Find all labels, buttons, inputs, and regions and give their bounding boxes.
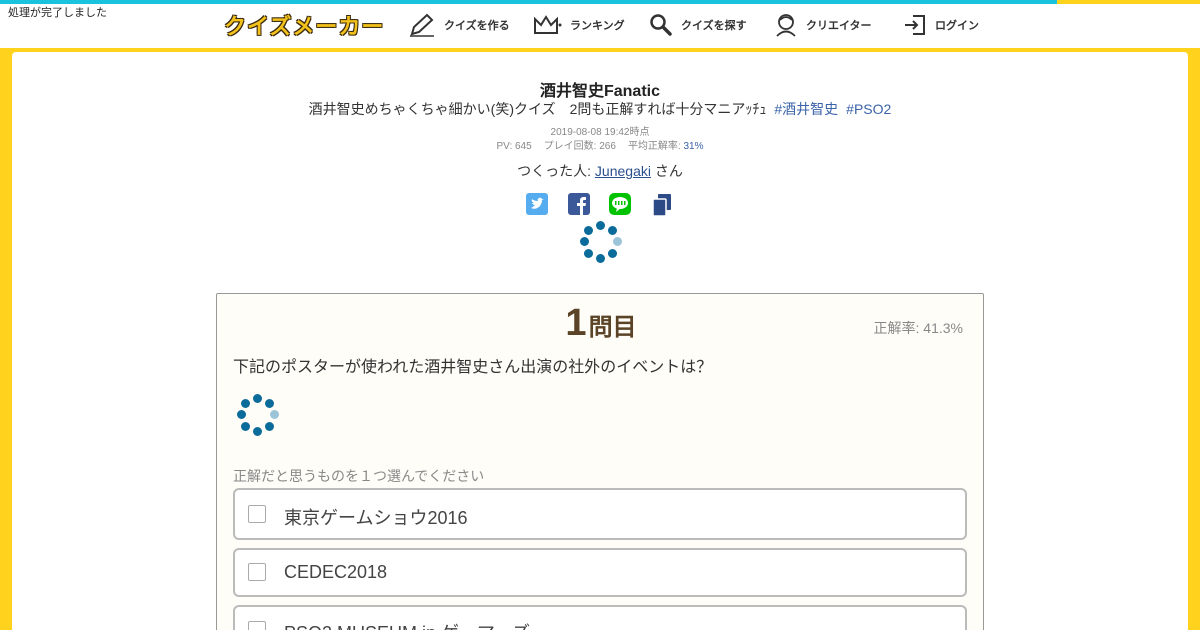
pv-count: PV: 645 (496, 141, 532, 152)
creator-suffix: さん (650, 163, 683, 179)
choice-checkbox[interactable] (248, 505, 266, 523)
twitter-share-button[interactable] (526, 193, 548, 215)
creator-prefix: つくった人: (517, 163, 595, 179)
copy-icon (652, 194, 671, 217)
question-text: 下記のポスターが使われた酒井智史さん出演の社外のイベントは？ (233, 359, 713, 376)
nav-search-quiz[interactable]: クイズを探す (649, 10, 747, 40)
search-icon (650, 14, 672, 36)
choice-checkbox[interactable] (248, 621, 266, 630)
question-correct-rate: 正解率: 41.3% (873, 320, 963, 336)
creator-link[interactable]: Junegaki (595, 163, 651, 179)
question-number-unit: 問目 (588, 314, 637, 341)
facebook-share-button[interactable] (568, 193, 590, 215)
tag-link[interactable]: #酒井智史 (774, 101, 838, 117)
choice-label: CEDEC2018 (284, 562, 388, 582)
question-number: 1問目 (217, 302, 985, 345)
line-icon (609, 193, 631, 215)
quiz-description: 酒井智史めちゃくちゃ細かい(笑)クイズ 2問も正解すれば十分マニアｯﾁｭ #酒井智… (0, 99, 1200, 119)
choice-label: PSO2 MUSEUM in ゲーマーズ (284, 619, 530, 630)
nav-creators[interactable]: クリエイター (774, 10, 872, 40)
quiz-stats: PV: 645 プレイ回数: 266 平均正解率: 31% (0, 137, 1200, 152)
status-message: 処理が完了しました (8, 6, 107, 19)
nav-ranking[interactable]: ランキング (532, 10, 625, 40)
avg-rate-label: 平均正解率: (627, 141, 684, 152)
nav-label: クリエイター (806, 19, 872, 32)
quiz-date: 2019-08-08 19:42時点 (550, 127, 650, 138)
play-count: プレイ回数: 266 (543, 141, 616, 152)
quiz-title: 酒井智史Fanatic (539, 83, 661, 100)
tag-link[interactable]: #PSO2 (846, 101, 891, 117)
answer-instruction: 正解だと思うものを１つ選んでください (233, 468, 485, 484)
crown-icon (534, 15, 562, 34)
choice-label: 東京ゲームショウ2016 (284, 508, 468, 528)
question-number-value: 1 (565, 302, 587, 344)
login-icon (905, 15, 925, 35)
person-icon (776, 14, 796, 37)
pencil-icon (410, 13, 434, 37)
twitter-icon (526, 193, 548, 215)
choice-option[interactable]: 東京ゲームショウ2016 (233, 488, 967, 540)
nav-label: クイズを作る (444, 19, 510, 32)
nav-login[interactable]: ログイン (903, 10, 979, 40)
nav-create-quiz[interactable]: クイズを作る (408, 10, 510, 40)
loading-spinner (580, 221, 622, 263)
site-logo[interactable]: クイズメーカー (224, 9, 384, 41)
question-card: 1問目 正解率: 41.3% 下記のポスターが使われた酒井智史さん出演の社外のイ… (216, 293, 984, 630)
nav-label: ログイン (935, 19, 979, 32)
header: クイズメーカー クイズを作る ランキング クイズを探す クリエイター ログイン (0, 4, 1200, 48)
copy-link-button[interactable] (651, 193, 673, 217)
choice-checkbox[interactable] (248, 563, 266, 581)
avg-rate-value: 31% (683, 141, 704, 152)
line-share-button[interactable] (609, 193, 631, 215)
creator-line: つくった人: Junegaki さん (0, 161, 1200, 181)
choice-option[interactable]: CEDEC2018 (233, 548, 967, 597)
facebook-icon (568, 193, 590, 215)
quiz-description-text: 酒井智史めちゃくちゃ細かい(笑)クイズ 2問も正解すれば十分マニアｯﾁｭ (308, 101, 767, 117)
nav-label: ランキング (570, 19, 625, 32)
choice-option[interactable]: PSO2 MUSEUM in ゲーマーズ (233, 605, 967, 630)
image-loading-spinner (237, 394, 279, 436)
nav-label: クイズを探す (681, 19, 747, 32)
